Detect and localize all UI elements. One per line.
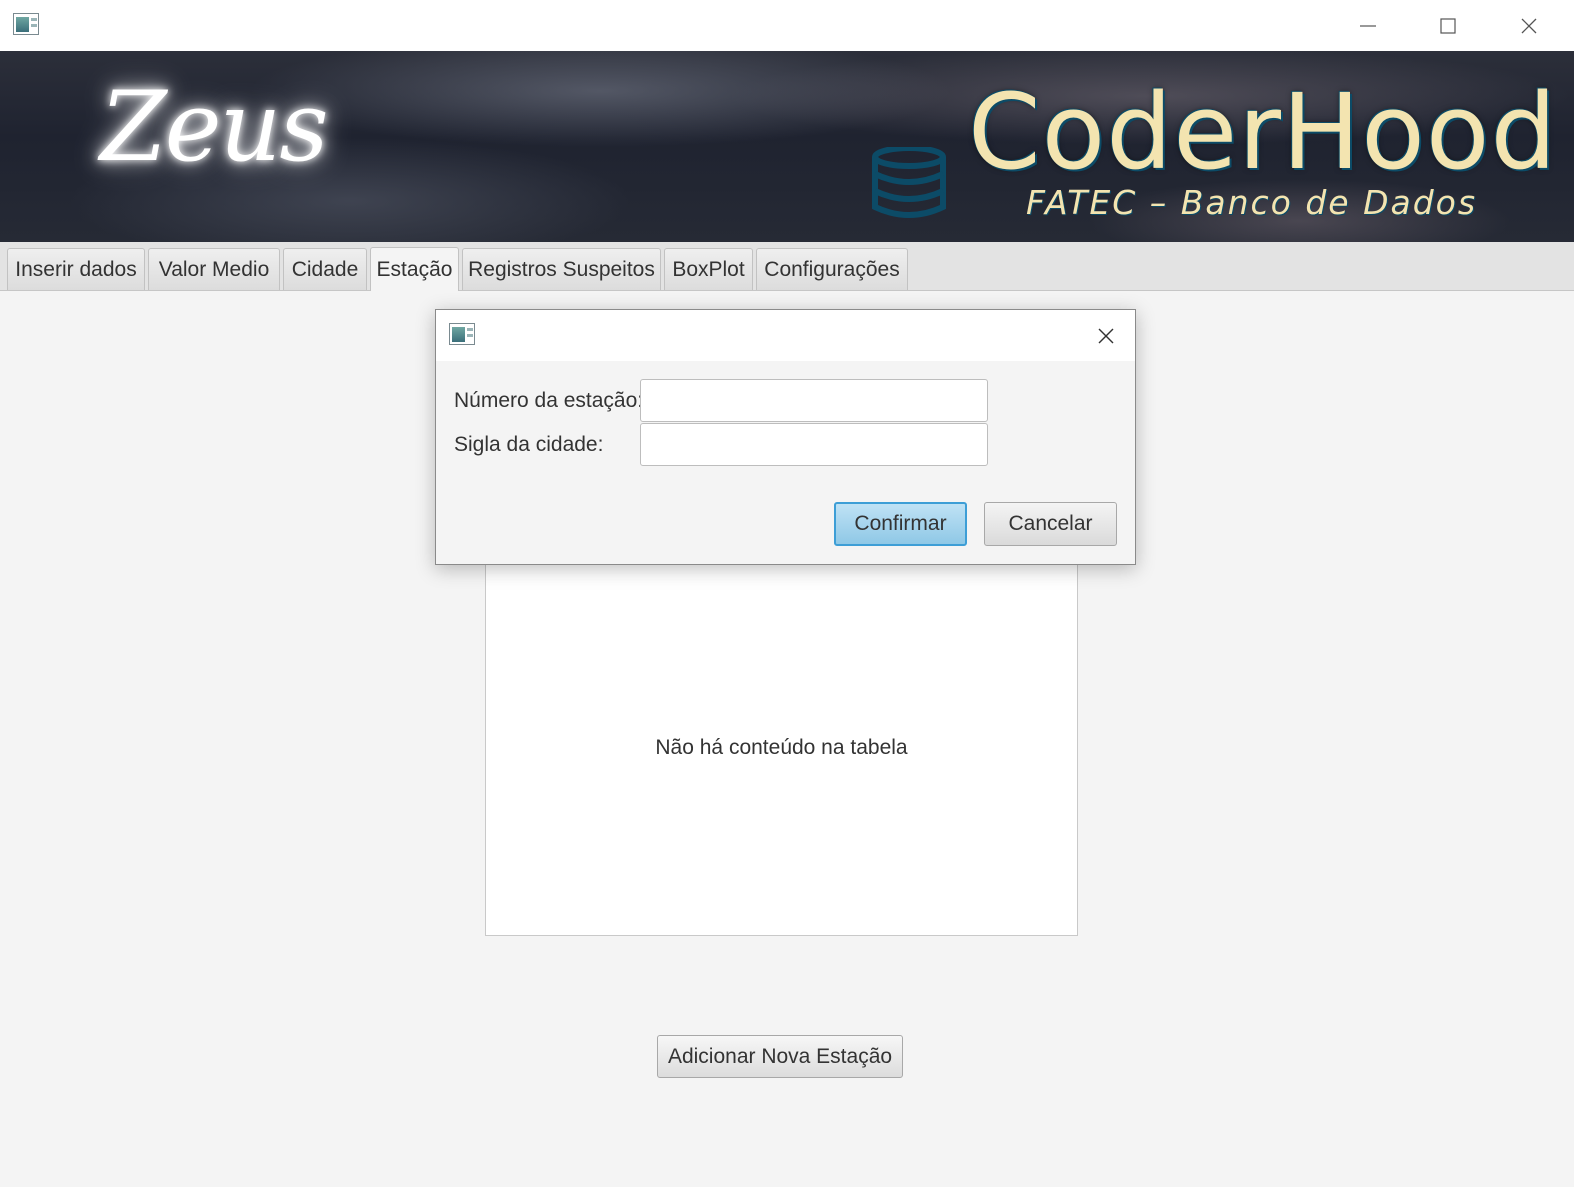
cancel-button[interactable]: Cancelar <box>984 502 1117 546</box>
tab-configuracoes[interactable]: Configurações <box>756 248 908 290</box>
add-station-dialog: Número da estação: Sigla da cidade: Conf… <box>435 309 1136 565</box>
station-number-label: Número da estação: <box>454 389 644 412</box>
maximize-button[interactable] <box>1408 0 1488 51</box>
city-code-input[interactable] <box>640 423 988 466</box>
station-number-input[interactable] <box>640 379 988 422</box>
tab-cidade[interactable]: Cidade <box>283 248 367 290</box>
tab-registros-suspeitos[interactable]: Registros Suspeitos <box>462 248 661 290</box>
dialog-close-button[interactable] <box>1086 318 1126 354</box>
add-station-button[interactable]: Adicionar Nova Estação <box>657 1035 903 1078</box>
tab-valor-medio[interactable]: Valor Medio <box>148 248 280 290</box>
dialog-app-icon <box>449 323 475 345</box>
close-icon <box>1521 18 1537 33</box>
tab-inserir-dados[interactable]: Inserir dados <box>7 248 145 290</box>
close-icon <box>1098 328 1114 344</box>
table-empty-message: Não há conteúdo na tabela <box>655 736 908 759</box>
maximize-icon <box>1440 17 1456 34</box>
tab-estacao[interactable]: Estação <box>370 247 459 291</box>
stations-table[interactable]: Não há conteúdo na tabela <box>485 560 1078 936</box>
tab-boxplot[interactable]: BoxPlot <box>664 248 753 290</box>
banner-subtitle: FATEC – Banco de Dados <box>1026 183 1478 222</box>
city-code-label: Sigla da cidade: <box>454 433 604 456</box>
database-icon <box>872 147 946 218</box>
window-titlebar <box>0 0 1574 51</box>
coderhood-logo: CoderHood <box>968 71 1558 193</box>
header-banner: Zeus CoderHood FATEC – Banco de Dados <box>0 51 1574 242</box>
close-window-button[interactable] <box>1489 0 1569 51</box>
minimize-button[interactable] <box>1328 0 1408 51</box>
dialog-titlebar <box>436 310 1135 361</box>
app-icon <box>13 13 39 35</box>
zeus-logo: Zeus <box>100 71 329 183</box>
minimize-icon <box>1360 24 1376 27</box>
confirm-button[interactable]: Confirmar <box>834 502 967 546</box>
